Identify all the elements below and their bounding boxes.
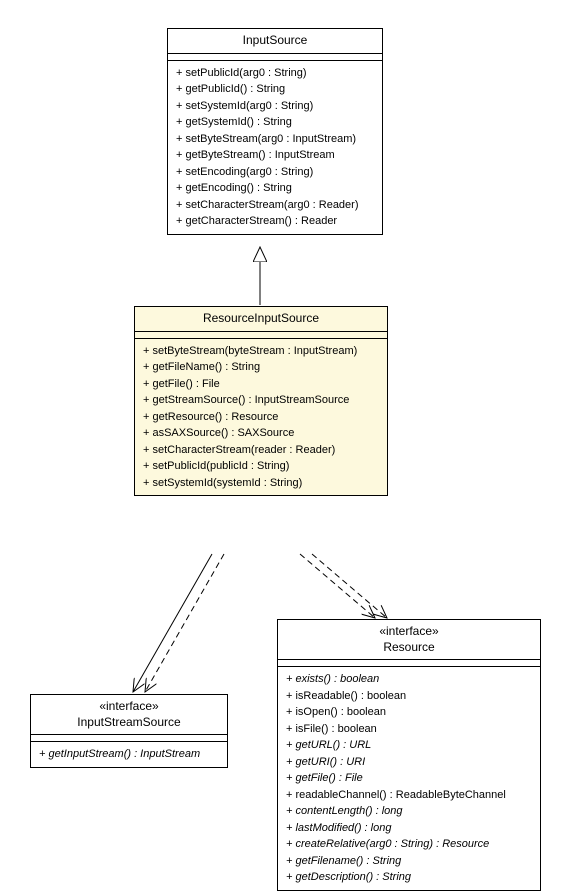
class-resource-input-source: ResourceInputSource + setByteStream(byte…	[134, 306, 388, 496]
interface-input-stream-source: «interface»InputStreamSource + getInputS…	[30, 694, 228, 768]
attributes-compartment	[168, 54, 382, 61]
operation: + getCharacterStream() : Reader	[176, 213, 374, 230]
operation: + setByteStream(arg0 : InputStream)	[176, 131, 374, 148]
operation: + getByteStream() : InputStream	[176, 147, 374, 164]
operations-compartment: + setPublicId(arg0 : String)+ getPublicI…	[168, 61, 382, 234]
class-name: ResourceInputSource	[135, 307, 387, 332]
operation: + getDescription() : String	[286, 869, 532, 886]
operation: + getFilename() : String	[286, 853, 532, 870]
operation: + contentLength() : long	[286, 803, 532, 820]
operation: + getFile() : File	[143, 376, 379, 393]
operation: + setSystemId(systemId : String)	[143, 475, 379, 492]
class-name: InputSource	[168, 29, 382, 54]
operation: + getFileName() : String	[143, 359, 379, 376]
operation: + setSystemId(arg0 : String)	[176, 98, 374, 115]
operation: + readableChannel() : ReadableByteChanne…	[286, 787, 532, 804]
operation: + setPublicId(publicId : String)	[143, 458, 379, 475]
class-input-source: InputSource + setPublicId(arg0 : String)…	[167, 28, 383, 235]
operation: + isOpen() : boolean	[286, 704, 532, 721]
operations-compartment: + exists() : boolean+ isReadable() : boo…	[278, 667, 540, 890]
operation: + setCharacterStream(arg0 : Reader)	[176, 197, 374, 214]
operation: + setByteStream(byteStream : InputStream…	[143, 343, 379, 360]
operation: + asSAXSource() : SAXSource	[143, 425, 379, 442]
operation: + createRelative(arg0 : String) : Resour…	[286, 836, 532, 853]
operation: + setPublicId(arg0 : String)	[176, 65, 374, 82]
operation: + lastModified() : long	[286, 820, 532, 837]
operation: + getInputStream() : InputStream	[39, 746, 219, 763]
class-name: «interface»Resource	[278, 620, 540, 660]
operation: + isFile() : boolean	[286, 721, 532, 738]
operations-compartment: + setByteStream(byteStream : InputStream…	[135, 339, 387, 496]
operation: + getResource() : Resource	[143, 409, 379, 426]
operation: + getURL() : URL	[286, 737, 532, 754]
interface-resource: «interface»Resource + exists() : boolean…	[277, 619, 541, 891]
operation: + setCharacterStream(reader : Reader)	[143, 442, 379, 459]
operation: + getPublicId() : String	[176, 81, 374, 98]
operations-compartment: + getInputStream() : InputStream	[31, 742, 227, 767]
operation: + isReadable() : boolean	[286, 688, 532, 705]
attributes-compartment	[31, 735, 227, 742]
attributes-compartment	[135, 332, 387, 339]
attributes-compartment	[278, 660, 540, 667]
operation: + setEncoding(arg0 : String)	[176, 164, 374, 181]
operation: + getFile() : File	[286, 770, 532, 787]
operation: + exists() : boolean	[286, 671, 532, 688]
operation: + getStreamSource() : InputStreamSource	[143, 392, 379, 409]
operation: + getEncoding() : String	[176, 180, 374, 197]
operation: + getSystemId() : String	[176, 114, 374, 131]
class-name: «interface»InputStreamSource	[31, 695, 227, 735]
operation: + getURI() : URI	[286, 754, 532, 771]
